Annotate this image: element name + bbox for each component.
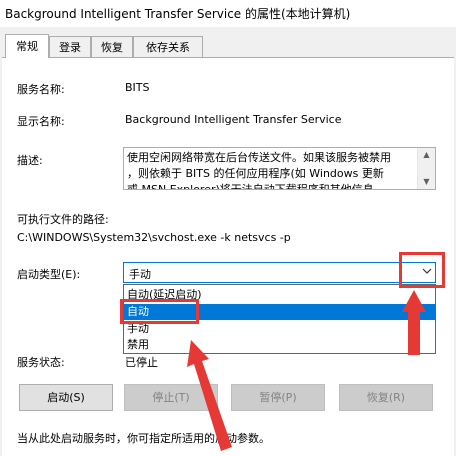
arrow-up-icon: [402, 290, 426, 355]
tab-general[interactable]: 常规: [5, 34, 49, 58]
arrow-diagonal-icon: [187, 340, 232, 451]
annotation-arrows: [187, 290, 426, 451]
